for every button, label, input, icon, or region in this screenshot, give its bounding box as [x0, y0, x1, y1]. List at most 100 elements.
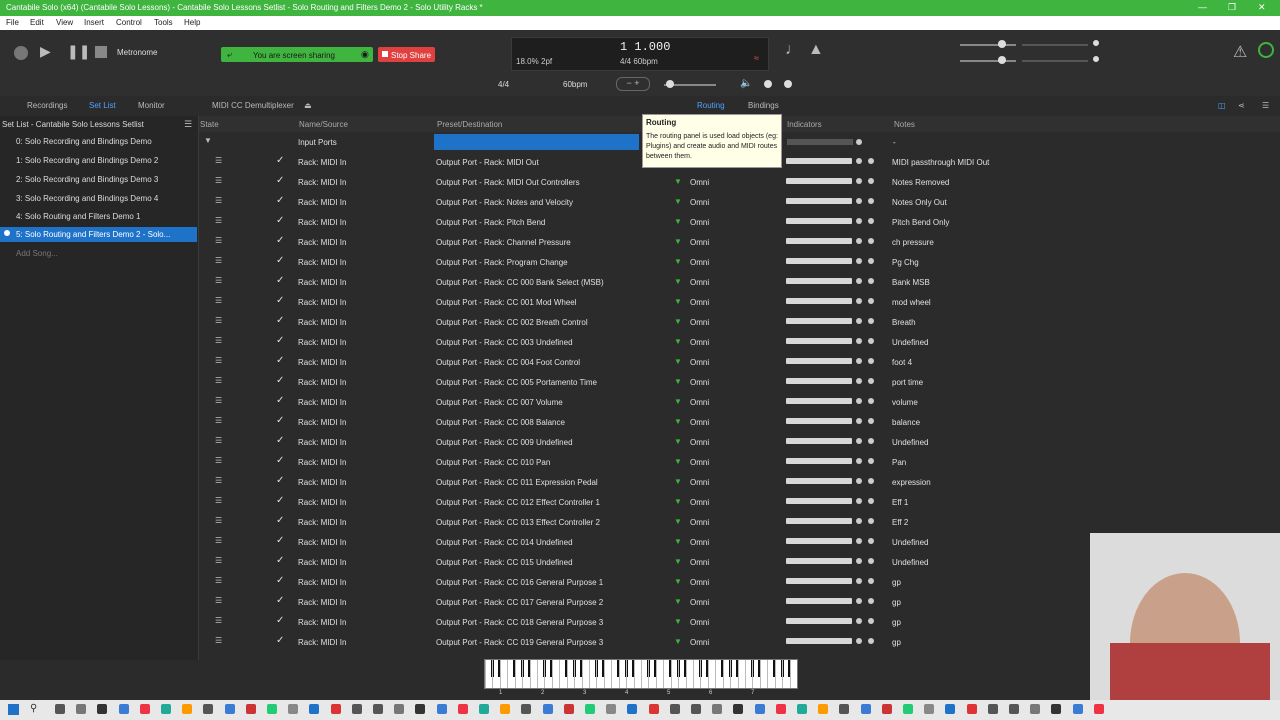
white-key[interactable] [507, 660, 509, 688]
route-destination[interactable]: Output Port - Rack: CC 013 Effect Contro… [436, 518, 600, 527]
taskbar-app-icon[interactable] [775, 704, 786, 714]
setlist-item[interactable]: 3: Solo Recording and Bindings Demo 4 [16, 194, 158, 203]
taskbar-app-icon[interactable] [903, 704, 913, 714]
route-row[interactable]: ☰ ✓ Rack: MIDI In Output Port - Rack: CC 00… [199, 292, 1269, 312]
filter-icon[interactable]: ▼ [674, 597, 682, 606]
white-key[interactable] [499, 660, 501, 688]
taskbar-app-icon[interactable] [987, 704, 998, 714]
filter-icon[interactable]: ▼ [674, 337, 682, 346]
white-key[interactable] [752, 660, 754, 688]
drag-handle-icon[interactable]: ☰ [215, 436, 222, 445]
filter-icon[interactable]: ▼ [674, 617, 682, 626]
white-key[interactable] [633, 660, 635, 688]
route-channel[interactable]: Omni [690, 338, 709, 347]
white-key[interactable] [774, 660, 776, 688]
filter-icon[interactable]: ▼ [674, 417, 682, 426]
route-destination[interactable]: Output Port - Rack: CC 004 Foot Control [436, 358, 580, 367]
taskbar-app-icon[interactable] [1030, 704, 1041, 714]
white-key[interactable] [655, 660, 657, 688]
white-key[interactable] [603, 660, 605, 688]
tab-routing[interactable]: Routing [697, 101, 725, 110]
taskbar-app-icon[interactable] [1051, 704, 1062, 714]
master-volume-slider[interactable] [960, 44, 1016, 46]
route-channel[interactable]: Omni [690, 558, 709, 567]
white-key[interactable] [626, 660, 628, 688]
route-destination[interactable]: Output Port - Rack: Channel Pressure [436, 238, 571, 247]
route-destination[interactable]: Output Port - Rack: CC 003 Undefined [436, 338, 573, 347]
route-destination[interactable]: Output Port - Rack: CC 002 Breath Contro… [436, 318, 588, 327]
route-destination[interactable]: Output Port - Rack: Program Change [436, 258, 568, 267]
taskbar-app-icon[interactable] [521, 704, 532, 714]
white-key[interactable] [544, 660, 546, 688]
route-channel[interactable]: Omni [690, 378, 709, 387]
white-key[interactable] [551, 660, 553, 688]
enabled-checkbox[interactable]: ✓ [276, 235, 284, 246]
master-volume-knob[interactable] [998, 40, 1006, 48]
route-channel[interactable]: Omni [690, 618, 709, 627]
enabled-checkbox[interactable]: ✓ [276, 335, 284, 346]
white-key[interactable] [566, 660, 568, 688]
enabled-checkbox[interactable]: ✓ [276, 515, 284, 526]
route-destination[interactable]: Output Port - Rack: CC 009 Undefined [436, 438, 573, 447]
drag-handle-icon[interactable]: ☰ [215, 536, 222, 545]
taskbar-app-icon[interactable] [97, 704, 108, 714]
route-channel[interactable]: Omni [690, 398, 709, 407]
route-channel[interactable]: Omni [690, 478, 709, 487]
enabled-checkbox[interactable]: ✓ [276, 255, 284, 266]
filter-icon[interactable]: ▼ [674, 477, 682, 486]
filter-icon[interactable]: ▼ [674, 517, 682, 526]
enabled-checkbox[interactable]: ✓ [276, 195, 284, 206]
setlist-item[interactable]: 4: Solo Routing and Filters Demo 1 [16, 212, 141, 221]
route-destination[interactable]: Output Port - Rack: CC 015 Undefined [436, 558, 573, 567]
white-key[interactable] [782, 660, 784, 688]
enabled-checkbox[interactable]: ✓ [276, 535, 284, 546]
stop-share-button[interactable]: Stop Share [378, 47, 435, 62]
route-channel[interactable]: Omni [690, 598, 709, 607]
taskbar-app-icon[interactable] [288, 704, 299, 714]
white-key[interactable] [596, 660, 598, 688]
filter-icon[interactable]: ▼ [674, 197, 682, 206]
drag-handle-icon[interactable]: ☰ [215, 416, 222, 425]
route-destination[interactable]: Output Port - Rack: CC 000 Bank Select (… [436, 278, 604, 287]
column-notes[interactable]: Notes [894, 120, 915, 129]
route-row[interactable]: ☰ ✓ Rack: MIDI In Output Port - Rack: Progr… [199, 252, 1269, 272]
white-key[interactable] [529, 660, 531, 688]
enabled-checkbox[interactable]: ✓ [276, 635, 284, 646]
taskbar-app-icon[interactable] [267, 704, 277, 714]
drag-handle-icon[interactable]: ☰ [215, 196, 222, 205]
setlist-item[interactable]: 1: Solo Recording and Bindings Demo 2 [16, 156, 158, 165]
input-volume-slider[interactable] [960, 60, 1016, 62]
route-destination[interactable]: Output Port - Rack: CC 018 General Purpo… [436, 618, 603, 627]
time-signature[interactable]: 4/4 [498, 80, 509, 89]
taskbar-app-icon[interactable] [542, 704, 553, 714]
route-destination[interactable]: Output Port - Rack: CC 001 Mod Wheel [436, 298, 577, 307]
route-row[interactable]: ☰ ✓ Rack: MIDI In Output Port - Rack: CC 00… [199, 272, 1269, 292]
taskbar-app-icon[interactable] [881, 704, 892, 714]
route-row[interactable]: ☰ ✓ Rack: MIDI In Output Port - Rack: CC 00… [199, 332, 1269, 352]
white-key[interactable] [574, 660, 576, 688]
play-icon[interactable]: ▶ [40, 43, 51, 60]
route-row[interactable]: ☰ ✓ Rack: MIDI In Output Port - Rack: CC 01… [199, 492, 1269, 512]
taskbar-app-icon[interactable] [394, 704, 405, 714]
share-icon[interactable]: ⋖ [1238, 101, 1245, 110]
taskbar-app-icon[interactable] [245, 704, 256, 714]
taskbar-app-icon[interactable] [224, 704, 235, 714]
enabled-checkbox[interactable]: ✓ [276, 375, 284, 386]
drag-handle-icon[interactable]: ☰ [215, 316, 222, 325]
filter-icon[interactable]: ▼ [674, 577, 682, 586]
white-key[interactable] [522, 660, 524, 688]
route-channel[interactable]: Omni [690, 578, 709, 587]
white-key[interactable] [737, 660, 739, 688]
setlist-menu-icon[interactable]: ☰ [184, 119, 192, 130]
columns-icon[interactable]: ◫ [1218, 101, 1226, 110]
enabled-checkbox[interactable]: ✓ [276, 315, 284, 326]
route-row[interactable]: ☰ ✓ Rack: MIDI In Output Port - Rack: CC 00… [199, 392, 1269, 412]
tab-setlist[interactable]: Set List [89, 101, 116, 110]
taskbar-app-icon[interactable] [585, 704, 595, 714]
filter-icon[interactable]: ▼ [674, 437, 682, 446]
white-key[interactable] [485, 660, 486, 688]
taskbar-app-icon[interactable] [161, 704, 171, 714]
round-button[interactable] [784, 80, 792, 88]
white-key[interactable] [730, 660, 732, 688]
route-channel[interactable]: Omni [690, 498, 709, 507]
